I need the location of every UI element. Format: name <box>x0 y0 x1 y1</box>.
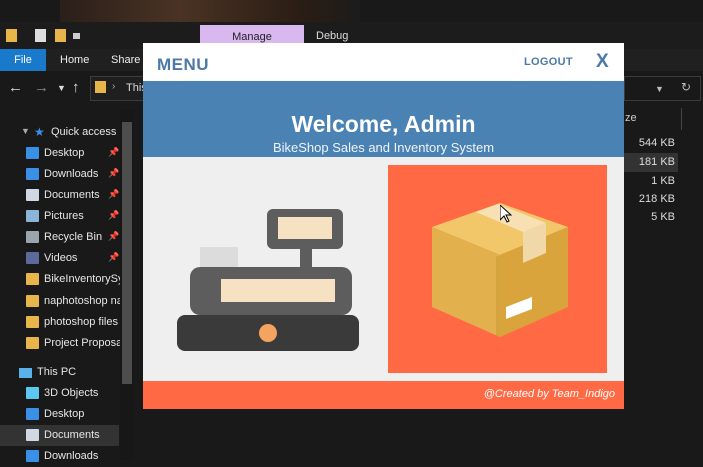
app-menu-window: MENU LOGOUT X Welcome, Admin BikeShop Sa… <box>143 43 624 409</box>
sidebar-item-documents[interactable]: Documents 📌 <box>0 185 119 206</box>
system-subtitle: BikeShop Sales and Inventory System <box>272 140 495 155</box>
sidebar-item-label: naphotoshop na <box>44 295 120 307</box>
folder-icon[interactable] <box>6 29 17 42</box>
logout-button[interactable]: LOGOUT <box>524 56 573 68</box>
downloads-icon <box>26 450 39 462</box>
documents-icon <box>26 429 39 441</box>
welcome-heading: Welcome, Admin <box>291 111 476 137</box>
menu-content <box>143 157 624 381</box>
customize-toolbar-icon[interactable] <box>73 33 80 39</box>
pin-icon[interactable]: 📌 <box>108 189 119 200</box>
documents-icon <box>26 189 39 201</box>
sidebar-item-naphotoshop-na[interactable]: naphotoshop na <box>0 291 120 312</box>
sidebar-item-downloads[interactable]: Downloads 📌 <box>0 164 119 185</box>
sidebar-item-desktop-pc[interactable]: Desktop <box>0 404 119 425</box>
computer-icon <box>19 368 32 378</box>
sidebar-item-recycle-bin[interactable]: Recycle Bin 📌 <box>0 227 119 248</box>
back-icon[interactable]: ← <box>8 79 23 96</box>
sidebar-item-documents-pc[interactable]: Documents <box>0 425 119 446</box>
sidebar-item-downloads-pc[interactable]: Downloads <box>0 446 119 467</box>
up-icon[interactable]: ↑ <box>72 79 80 96</box>
recent-locations-icon[interactable]: ▼ <box>57 83 66 93</box>
star-icon: ★ <box>34 125 45 139</box>
file-size: 218 KB <box>638 193 675 205</box>
tab-share[interactable]: Share <box>111 49 140 71</box>
tab-debug[interactable]: Debug <box>316 30 348 42</box>
pin-icon[interactable]: 📌 <box>108 210 119 221</box>
sidebar-item-desktop[interactable]: Desktop 📌 <box>0 143 119 164</box>
new-folder-icon[interactable] <box>55 29 66 42</box>
recycle-bin-icon <box>26 231 39 243</box>
quick-access-section[interactable]: ▼ ★ Quick access <box>21 125 117 139</box>
welcome-banner: Welcome, Admin BikeShop Sales and Invent… <box>143 81 624 157</box>
sidebar-item-label: BikeInventorySys <box>44 273 120 285</box>
chevron-down-icon[interactable]: ▼ <box>655 84 664 94</box>
sidebar-item-photoshop-files[interactable]: photoshop files <box>0 312 119 333</box>
tab-file[interactable]: File <box>0 49 46 71</box>
sidebar-item-label: Documents <box>44 429 100 441</box>
sidebar-item-bikeinventorysys[interactable]: BikeInventorySys <box>0 269 120 290</box>
refresh-icon[interactable]: ↻ <box>681 80 691 94</box>
sidebar-item-3d-objects[interactable]: 3D Objects <box>0 383 119 404</box>
sidebar-item-label: photoshop files <box>44 316 118 328</box>
this-pc-label: This PC <box>37 366 77 378</box>
pin-icon[interactable]: 📌 <box>108 231 119 242</box>
this-pc-section[interactable]: ▼ This PC <box>18 366 77 378</box>
folder-icon <box>26 273 39 285</box>
sidebar-item-label: Downloads <box>44 450 99 462</box>
inventory-button[interactable] <box>388 165 607 373</box>
file-size: 1 KB <box>651 175 675 187</box>
file-size: 181 KB <box>638 156 675 168</box>
credit-text: @Created by Team_Indigo <box>483 388 615 400</box>
sidebar-item-pictures[interactable]: Pictures 📌 <box>0 206 119 227</box>
nav-scroll-thumb[interactable] <box>122 122 132 384</box>
videos-icon <box>26 252 39 264</box>
tab-home[interactable]: Home <box>60 49 89 71</box>
downloads-icon <box>26 168 39 180</box>
file-size: 544 KB <box>638 137 675 149</box>
menu-bar: MENU LOGOUT X <box>143 43 624 81</box>
pictures-icon <box>26 210 39 222</box>
chevron-right-icon: › <box>112 81 116 92</box>
sales-pos-button[interactable] <box>155 169 375 369</box>
desktop-icon <box>26 408 39 420</box>
sidebar-item-project-proposal[interactable]: Project Proposal <box>0 333 120 354</box>
checklist-icon[interactable] <box>35 29 46 42</box>
forward-icon[interactable]: → <box>34 79 49 96</box>
folder-icon <box>26 337 39 349</box>
pin-icon[interactable]: 📌 <box>108 252 119 263</box>
pin-icon[interactable]: 📌 <box>108 147 119 158</box>
footer-bar: @Created by Team_Indigo <box>143 381 624 409</box>
sidebar-item-label: Desktop <box>44 408 85 420</box>
sidebar-item-videos[interactable]: Videos 📌 <box>0 248 119 269</box>
wallpaper-strip <box>60 0 360 22</box>
box-icon <box>432 203 568 337</box>
desktop-icon <box>26 147 39 159</box>
close-button[interactable]: X <box>596 51 609 73</box>
quick-access-label: Quick access <box>51 126 117 138</box>
column-divider[interactable] <box>681 108 682 130</box>
folder-icon <box>26 316 39 328</box>
menu-title: MENU <box>157 55 210 74</box>
size-column-header[interactable]: ze <box>625 112 637 124</box>
pin-icon[interactable]: 📌 <box>108 168 119 179</box>
folder-icon <box>26 295 39 307</box>
mouse-cursor-icon <box>500 205 512 223</box>
sidebar-item-label: Project Proposal <box>44 337 120 349</box>
folder-icon <box>95 81 106 93</box>
cash-register-icon <box>177 209 359 351</box>
sidebar-item-label: 3D Objects <box>44 387 99 399</box>
chevron-down-icon: ▼ <box>21 126 30 136</box>
file-size: 5 KB <box>651 211 675 223</box>
3d-objects-icon <box>26 387 39 399</box>
